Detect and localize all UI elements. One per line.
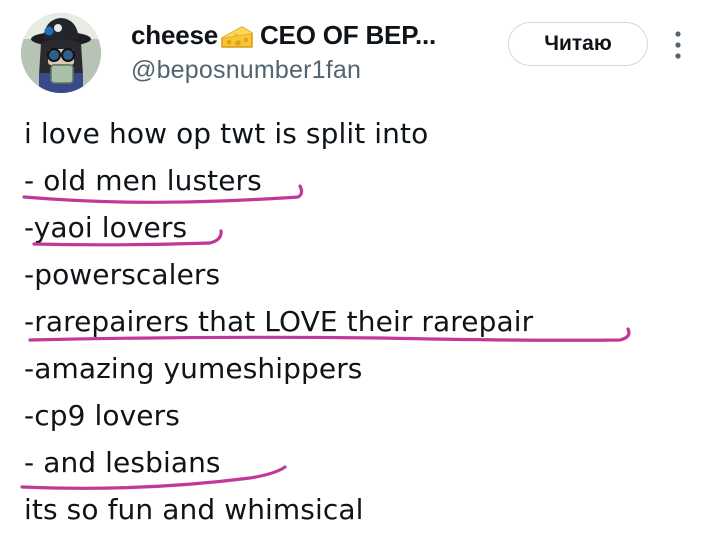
tweet-line-old-men-lusters: - old men lusters (24, 164, 262, 197)
tweet-line-cp9-lovers: -cp9 lovers (24, 399, 180, 432)
avatar-image (21, 13, 101, 93)
tweet-line-intro: i love how op twt is split into (24, 117, 429, 150)
more-options-icon[interactable] (668, 28, 688, 62)
tweet-line-rarepairers: -rarepairers that LOVE their rarepair (24, 305, 534, 338)
tweet-line-yumeshippers: -amazing yumeshippers (24, 352, 363, 385)
tweet-line-lesbians: - and lesbians (24, 446, 221, 479)
display-name[interactable]: cheese CEO OF BEP... (131, 20, 436, 51)
tweet-line-yaoi-lovers: -yaoi lovers (24, 211, 188, 244)
tweet-line-outro: its so fun and whimsical (24, 493, 364, 526)
follow-button[interactable]: Читаю (508, 22, 648, 66)
display-name-end: CEO OF BEP... (259, 20, 437, 50)
tweet-line-powerscalers: -powerscalers (24, 258, 221, 291)
display-name-start: cheese (131, 20, 218, 50)
avatar[interactable] (21, 13, 101, 93)
user-handle[interactable]: @beposnumber1fan (131, 56, 361, 85)
tweet-text: i love how op twt is split into - old me… (24, 110, 704, 533)
cheese-emoji-icon (220, 24, 254, 50)
tweet-card: cheese CEO OF BEP... @beposnumber1fan Чи… (0, 0, 720, 549)
